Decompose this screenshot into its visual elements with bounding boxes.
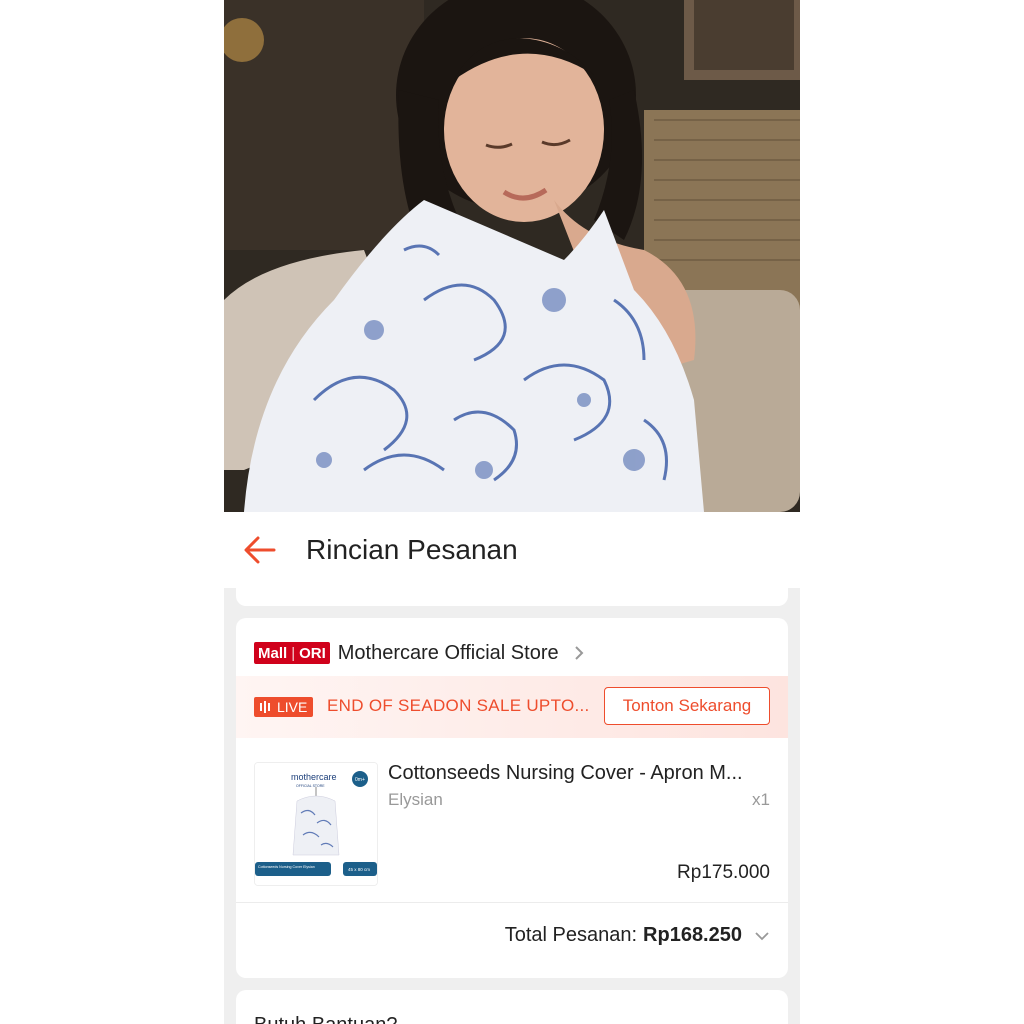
order-card: Mall | ORI Mothercare Official Store LIV… bbox=[236, 618, 788, 978]
page-title: Rincian Pesanan bbox=[306, 534, 518, 565]
ori-badge-label: ORI bbox=[299, 644, 326, 662]
product-thumbnail: mothercare OFFICIAL STORE 0m+ Cottonseed… bbox=[254, 762, 378, 886]
thumb-brand: mothercare bbox=[291, 772, 337, 782]
help-card: Butuh Bantuan? bbox=[236, 990, 788, 1024]
live-badge-label: LIVE bbox=[277, 699, 308, 715]
thumb-age-badge: 0m+ bbox=[355, 777, 365, 783]
phone-screen: Rincian Pesanan Mall | ORI Mothercare Of… bbox=[224, 0, 800, 1024]
watch-now-button[interactable]: Tonton Sekarang bbox=[604, 687, 770, 725]
live-badge: LIVE bbox=[254, 697, 314, 717]
live-banner[interactable]: LIVE END OF SEADON SALE UPTO... Tonton S… bbox=[236, 676, 788, 738]
thumb-size: 45 x 80 cm bbox=[348, 867, 370, 872]
total-label: Total Pesanan: bbox=[504, 924, 638, 946]
mall-badge-label: Mall bbox=[258, 644, 288, 662]
live-title: END OF SEADON SALE UPTO... bbox=[327, 696, 590, 715]
order-total-row[interactable]: Total Pesanan: Rp168.250 bbox=[505, 924, 770, 947]
store-name[interactable]: Mothercare Official Store bbox=[338, 642, 559, 665]
hero-photo bbox=[224, 0, 800, 512]
help-title[interactable]: Butuh Bantuan? bbox=[254, 1014, 397, 1024]
product-variant: Elysian bbox=[388, 790, 443, 809]
product-quantity: x1 bbox=[752, 790, 770, 809]
chevron-right-icon bbox=[574, 646, 584, 660]
previous-card-bottom bbox=[236, 588, 788, 606]
mall-ori-badge: Mall | ORI bbox=[254, 642, 330, 664]
hero-illustration bbox=[224, 0, 800, 512]
product-price: Rp175.000 bbox=[677, 862, 770, 883]
app-header: Rincian Pesanan bbox=[224, 512, 800, 588]
badge-separator: | bbox=[291, 644, 296, 662]
product-item[interactable]: mothercare OFFICIAL STORE 0m+ Cottonseed… bbox=[236, 758, 788, 898]
product-thumbnail-image: mothercare OFFICIAL STORE 0m+ Cottonseed… bbox=[255, 763, 377, 885]
chevron-down-icon[interactable] bbox=[754, 931, 770, 941]
thumb-sub: OFFICIAL STORE bbox=[296, 784, 325, 788]
total-amount: Rp168.250 bbox=[643, 924, 742, 946]
thumb-caption: Cottonseeds Nursing Cover Elysian bbox=[258, 865, 315, 869]
live-bars-icon bbox=[260, 701, 272, 713]
divider bbox=[236, 902, 788, 903]
store-row[interactable]: Mall | ORI Mothercare Official Store bbox=[254, 640, 585, 666]
back-arrow-icon[interactable] bbox=[242, 532, 278, 568]
product-name: Cottonseeds Nursing Cover - Apron M... bbox=[388, 762, 743, 784]
